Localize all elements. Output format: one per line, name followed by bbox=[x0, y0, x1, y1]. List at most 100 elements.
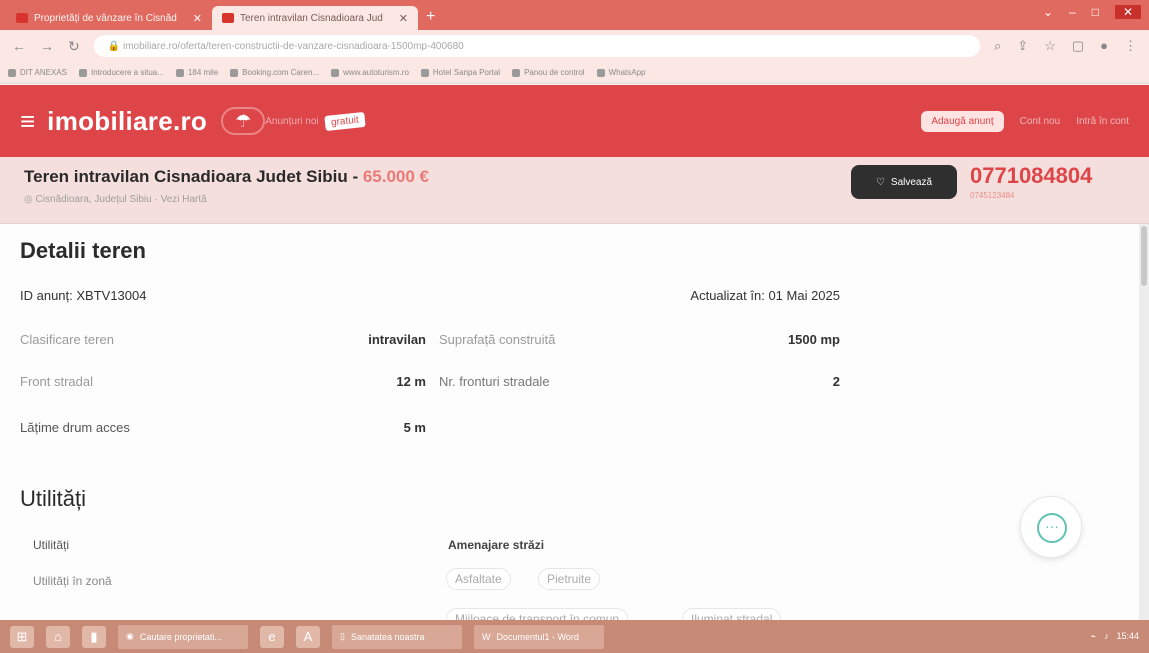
folder-icon: ▯ bbox=[340, 631, 345, 641]
site-header: ≡ imobiliare.ro ☂ Anunțuri noi gratuit A… bbox=[0, 85, 1149, 157]
bookmark-item[interactable]: Hotel Sanpa Portal bbox=[420, 68, 500, 77]
browser-tab-2[interactable]: Teren intravilan Cisnadioara Jud ✕ bbox=[212, 6, 418, 30]
utility-item: Utilități în zonă bbox=[33, 574, 112, 588]
bookmark-icon bbox=[8, 68, 16, 77]
window-controls: ⌄ – □ ✕ bbox=[1043, 5, 1141, 19]
forward-icon[interactable]: → bbox=[40, 38, 54, 54]
heart-icon: ♡ bbox=[875, 176, 885, 188]
bookmark-item[interactable]: Panou de control bbox=[512, 68, 585, 77]
screen: Proprietăți de vânzare în Cisnăd ✕ Teren… bbox=[0, 0, 1149, 653]
bookmark-item[interactable]: 184 mile bbox=[175, 68, 218, 77]
umbrella-icon: ☂ bbox=[235, 110, 252, 131]
url-input[interactable]: 🔒 imobiliare.ro/oferta/teren-constructii… bbox=[93, 35, 980, 57]
details-heading: Detalii teren bbox=[20, 238, 146, 263]
bookmark-item[interactable]: Introducere a situa... bbox=[78, 68, 164, 77]
bookmark-icon bbox=[512, 68, 521, 77]
zoom-icon[interactable]: ⌕ bbox=[994, 38, 1001, 54]
bookmark-icon bbox=[230, 68, 239, 77]
bookmark-icon bbox=[331, 68, 340, 77]
new-account-link[interactable]: Cont nou bbox=[1020, 116, 1061, 127]
maximize-icon[interactable]: □ bbox=[1092, 5, 1099, 19]
save-label: Salvează bbox=[890, 176, 933, 188]
bookmarks-bar: DIT ANEXAS Introducere a situa... 184 mi… bbox=[0, 62, 1149, 84]
streets-subheading: Amenajare străzi bbox=[448, 538, 545, 552]
address-bar-row: ← → ↻ 🔒 imobiliare.ro/oferta/teren-const… bbox=[0, 30, 1149, 62]
bookmark-item[interactable]: www.autoturism.ro bbox=[331, 68, 409, 77]
listing-bar: Teren intravilan Cisnadioara Judet Sibiu… bbox=[0, 157, 1149, 224]
chrome-icon: ◉ bbox=[126, 631, 134, 641]
promo-badge: gratuit bbox=[323, 111, 366, 131]
save-button[interactable]: ♡ Salvează bbox=[851, 165, 957, 199]
start-icon[interactable]: ⊞ bbox=[10, 625, 34, 648]
utilities-subheading: Utilități bbox=[33, 538, 70, 552]
tab-title: Proprietăți de vânzare în Cisnăd bbox=[34, 12, 177, 24]
taskbar-app[interactable]: ▯ Sanatatea noastra bbox=[332, 624, 462, 649]
header-link[interactable]: Anunțuri noi bbox=[265, 116, 318, 127]
file-explorer-icon[interactable]: ▮ bbox=[82, 625, 106, 648]
taskbar-app[interactable]: W Documentul1 - Word bbox=[474, 624, 604, 649]
street-chip: Pietruite bbox=[538, 568, 601, 590]
street-chip: Asfaltate bbox=[446, 568, 511, 590]
listing-title-text: Teren intravilan Cisnadioara Judet Sibiu bbox=[24, 167, 348, 186]
detail-value: 5 m bbox=[403, 420, 426, 435]
browser-tab-1[interactable]: Proprietăți de vânzare în Cisnăd ✕ bbox=[6, 6, 212, 30]
pdf-icon[interactable]: A bbox=[296, 625, 320, 648]
close-icon[interactable]: ✕ bbox=[193, 12, 202, 25]
word-icon: W bbox=[482, 631, 491, 642]
minimize-icon[interactable]: – bbox=[1069, 5, 1076, 19]
close-window-icon[interactable]: ✕ bbox=[1114, 5, 1141, 19]
bookmark-item[interactable]: Booking.com Caren... bbox=[230, 68, 319, 77]
detail-value: intravilan bbox=[368, 332, 426, 347]
phone-number[interactable]: 0771084804 bbox=[970, 163, 1092, 189]
detail-value: 12 m bbox=[396, 374, 426, 389]
chat-button[interactable]: ··· bbox=[1020, 496, 1082, 558]
listing-id: ID anunț: XBTV13004 bbox=[20, 288, 147, 303]
header-actions: Adaugă anunț Cont nou Intră în cont bbox=[921, 110, 1129, 132]
new-tab-button[interactable]: + bbox=[426, 6, 435, 30]
sidebar-icon[interactable]: ▢ bbox=[1072, 38, 1084, 54]
bookmark-icon bbox=[175, 68, 184, 77]
tab-title: Teren intravilan Cisnadioara Jud bbox=[240, 12, 383, 24]
favicon-icon bbox=[16, 13, 28, 23]
clock[interactable]: 15:44 bbox=[1116, 631, 1139, 642]
network-icon[interactable]: ⌁ bbox=[1091, 631, 1096, 642]
add-listing-button[interactable]: Adaugă anunț bbox=[921, 110, 1004, 132]
listing-location[interactable]: ◎ Cisnădioara, Județul Sibiu · Vezi Hart… bbox=[24, 194, 207, 205]
site-logo[interactable]: imobiliare.ro bbox=[47, 106, 207, 137]
bookmark-item[interactable]: WhatsApp bbox=[596, 68, 645, 77]
profile-icon[interactable]: ● bbox=[1100, 38, 1108, 54]
title-separator: - bbox=[347, 167, 363, 186]
back-icon[interactable]: ← bbox=[12, 38, 26, 54]
main-content: Detalii teren ID anunț: XBTV13004 Actual… bbox=[0, 224, 1149, 630]
detail-label: Front stradal bbox=[20, 374, 93, 389]
star-icon[interactable]: ☆ bbox=[1044, 38, 1056, 54]
favicon-icon bbox=[222, 13, 234, 23]
detail-label: Lățime drum acces bbox=[20, 420, 130, 435]
chat-icon: ··· bbox=[1037, 513, 1067, 543]
taskbar-app[interactable]: ◉ Cautare proprietati... bbox=[118, 624, 248, 649]
home-icon[interactable]: ⌂ bbox=[46, 625, 70, 648]
listing-price: 65.000 € bbox=[362, 167, 430, 186]
hamburger-menu-icon[interactable]: ≡ bbox=[20, 106, 35, 137]
address-actions: ⌕ ⇪ ☆ ▢ ● ⋮ bbox=[994, 38, 1137, 54]
location-pin-icon: ◎ bbox=[24, 194, 36, 205]
bookmark-icon bbox=[420, 68, 429, 77]
reload-icon[interactable]: ↻ bbox=[68, 38, 80, 55]
phone-secondary[interactable]: 0745123484 bbox=[970, 191, 1015, 200]
detail-label: Clasificare teren bbox=[20, 332, 114, 347]
volume-icon[interactable]: ♪ bbox=[1104, 631, 1109, 642]
scrollbar-thumb[interactable] bbox=[1141, 226, 1147, 286]
url-text: imobiliare.ro/oferta/teren-constructii-d… bbox=[122, 40, 464, 52]
bookmark-item[interactable]: DIT ANEXAS bbox=[8, 68, 67, 77]
login-link[interactable]: Intră în cont bbox=[1076, 116, 1129, 127]
menu-icon[interactable]: ⋮ bbox=[1124, 38, 1137, 54]
share-icon[interactable]: ⇪ bbox=[1017, 38, 1028, 54]
chevron-down-icon[interactable]: ⌄ bbox=[1043, 5, 1053, 19]
edge-icon[interactable]: e bbox=[260, 625, 284, 648]
system-tray: ⌁ ♪ 15:44 bbox=[1091, 631, 1139, 642]
bookmark-icon bbox=[596, 68, 605, 77]
lock-icon: 🔒 bbox=[107, 40, 123, 52]
location-text: Cisnădioara, Județul Sibiu · Vezi Hartă bbox=[35, 194, 207, 205]
close-icon[interactable]: ✕ bbox=[399, 12, 408, 25]
detail-label: Nr. fronturi stradale bbox=[439, 374, 550, 389]
